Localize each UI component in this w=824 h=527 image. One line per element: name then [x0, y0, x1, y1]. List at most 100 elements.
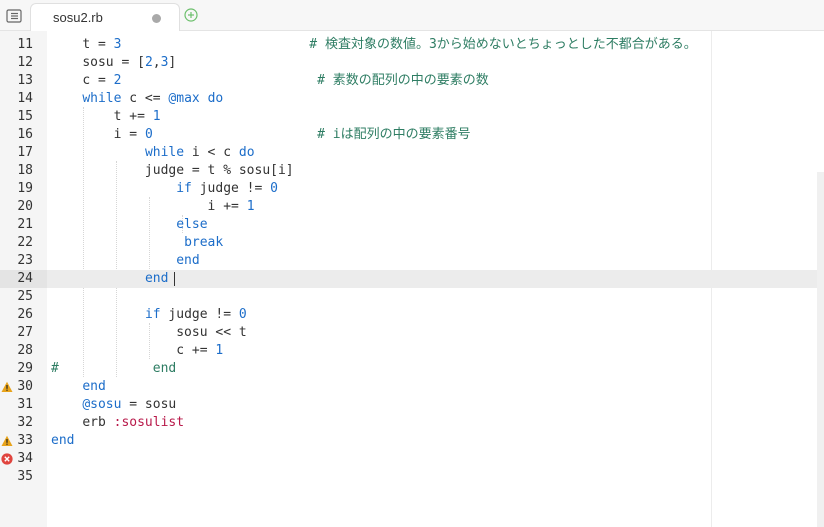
- code-text: if judge != 0: [51, 180, 278, 198]
- code-line[interactable]: 31 @sosu = sosu: [0, 396, 824, 414]
- line-number: 27: [17, 325, 33, 340]
- code-line[interactable]: 16 i = 0 # iは配列の中の要素番号: [0, 126, 824, 144]
- code-text: c = 2 # 素数の配列の中の要素の数: [51, 72, 489, 90]
- code-token: c <=: [121, 91, 169, 106]
- warning-icon[interactable]: [1, 435, 13, 447]
- code-line[interactable]: 11 t = 3 # 検査対象の数値。3から始めないとちょっとした不都合がある。: [0, 36, 824, 54]
- line-number: 18: [17, 163, 33, 178]
- code-token: @max: [168, 91, 200, 106]
- code-line[interactable]: 25: [0, 288, 824, 306]
- code-line[interactable]: 20 i += 1: [0, 198, 824, 216]
- code-text: i += 1: [51, 198, 255, 216]
- code-text: while i < c do: [51, 144, 255, 162]
- code-text: if judge != 0: [51, 306, 247, 324]
- code-token: = sosu: [121, 397, 177, 412]
- line-number: 12: [17, 55, 33, 70]
- code-token: #: [51, 361, 59, 376]
- line-number: 29: [17, 361, 33, 376]
- line-number: 22: [17, 235, 33, 250]
- vertical-scrollbar[interactable]: [817, 172, 824, 527]
- line-number: 23: [17, 253, 33, 268]
- file-tab-title: sosu2.rb: [53, 10, 103, 25]
- line-number: 31: [17, 397, 33, 412]
- code-line[interactable]: 35: [0, 468, 824, 486]
- line-number: 35: [17, 469, 33, 484]
- code-line[interactable]: 18 judge = t % sosu[i]: [0, 162, 824, 180]
- code-line[interactable]: 23 end: [0, 252, 824, 270]
- code-text: else: [51, 216, 208, 234]
- code-line[interactable]: 28 c += 1: [0, 342, 824, 360]
- code-text: sosu = [2,3]: [51, 54, 176, 72]
- code-line[interactable]: 13 c = 2 # 素数の配列の中の要素の数: [0, 72, 824, 90]
- code-token: # 検査対象の数値。3から始めないとちょっとした不都合がある。: [309, 37, 697, 52]
- code-token: ,: [152, 55, 161, 70]
- code-token: t +=: [82, 109, 153, 124]
- error-icon[interactable]: [1, 453, 13, 465]
- code-line[interactable]: 21 else: [0, 216, 824, 234]
- code-token: erb: [82, 415, 114, 430]
- code-line[interactable]: 24 end: [0, 270, 824, 288]
- code-token: 0: [144, 127, 153, 142]
- code-token: if: [176, 181, 192, 196]
- menu-icon[interactable]: [6, 8, 22, 23]
- code-token: 2: [144, 55, 153, 70]
- line-number: 11: [17, 37, 33, 52]
- code-line[interactable]: 30 end: [0, 378, 824, 396]
- line-number: 13: [17, 73, 33, 88]
- code-line[interactable]: 22 break: [0, 234, 824, 252]
- new-tab-button[interactable]: [184, 7, 198, 22]
- warning-icon[interactable]: [1, 381, 13, 393]
- code-text: while c <= @max do: [51, 90, 223, 108]
- code-token: end: [82, 379, 106, 394]
- code-token: do: [238, 145, 255, 160]
- code-text: @sosu = sosu: [51, 396, 176, 414]
- code-token: i < c: [184, 145, 239, 160]
- code-token: break: [184, 235, 224, 250]
- code-token: sosu = [: [82, 55, 145, 70]
- code-line[interactable]: 19 if judge != 0: [0, 180, 824, 198]
- code-line[interactable]: 12 sosu = [2,3]: [0, 54, 824, 72]
- code-line[interactable]: 17 while i < c do: [0, 144, 824, 162]
- code-token: ]: [168, 55, 177, 70]
- code-line[interactable]: 34: [0, 450, 824, 468]
- code-token: 1: [152, 109, 161, 124]
- unsaved-dot-icon[interactable]: [152, 14, 161, 23]
- code-token: # 素数の配列の中の要素の数: [317, 73, 489, 88]
- code-token: end: [51, 433, 75, 448]
- code-line[interactable]: 29 # end: [0, 360, 824, 378]
- line-number: 15: [17, 109, 33, 124]
- code-line[interactable]: 27 sosu << t: [0, 324, 824, 342]
- code-text: i = 0 # iは配列の中の要素番号: [51, 126, 471, 144]
- line-number: 16: [17, 127, 33, 142]
- code-token: else: [176, 217, 208, 232]
- code-token: judge !=: [160, 307, 239, 322]
- code-line[interactable]: 15 t += 1: [0, 108, 824, 126]
- code-text: end: [51, 378, 106, 396]
- code-token: while: [82, 91, 122, 106]
- code-line[interactable]: 14 while c <= @max do: [0, 90, 824, 108]
- code-line[interactable]: 32 erb :sosulist: [0, 414, 824, 432]
- code-token: sosu << t: [82, 325, 247, 340]
- line-number: 32: [17, 415, 33, 430]
- file-tab[interactable]: sosu2.rb: [30, 3, 180, 31]
- code-token: 0: [270, 181, 278, 196]
- code-line[interactable]: 26 if judge != 0: [0, 306, 824, 324]
- plus-circle-icon: [184, 8, 198, 22]
- code-text: t = 3 # 検査対象の数値。3から始めないとちょっとした不都合がある。: [51, 36, 697, 54]
- code-line[interactable]: 33 end: [0, 432, 824, 450]
